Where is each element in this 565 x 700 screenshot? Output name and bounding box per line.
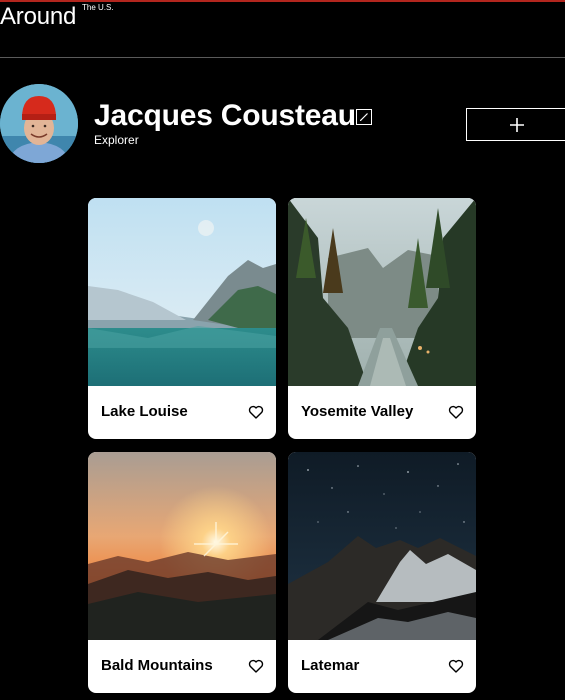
add-place-button[interactable]	[466, 108, 565, 141]
place-card[interactable]: Latemar	[288, 452, 476, 693]
place-title: Yosemite Valley	[301, 403, 414, 420]
logo: Around	[0, 3, 77, 30]
avatar	[0, 84, 78, 163]
profile-name: Jacques Cousteau	[94, 99, 356, 132]
edit-profile-button[interactable]	[356, 109, 372, 125]
like-button[interactable]	[248, 404, 264, 420]
place-title: Lake Louise	[101, 403, 188, 420]
page-header: Around The U.S.	[0, 0, 565, 58]
place-photo-latemar	[288, 452, 476, 640]
avatar-image	[0, 84, 78, 163]
heart-outline-icon	[448, 405, 464, 419]
logo-superscript: The U.S.	[82, 3, 114, 12]
place-card[interactable]: Yosemite Valley	[288, 198, 476, 439]
place-title: Bald Mountains	[101, 657, 213, 674]
place-photo-bald-mountains	[88, 452, 276, 640]
heart-outline-icon	[248, 659, 264, 673]
place-photo-lake-louise	[88, 198, 276, 386]
place-photo-yosemite-valley	[288, 198, 476, 386]
edit-icon	[360, 113, 368, 121]
like-button[interactable]	[448, 404, 464, 420]
like-button[interactable]	[448, 658, 464, 674]
heart-outline-icon	[248, 405, 264, 419]
place-card[interactable]: Lake Louise	[88, 198, 276, 439]
place-title: Latemar	[301, 657, 360, 674]
place-card[interactable]: Bald Mountains	[88, 452, 276, 693]
plus-icon	[510, 118, 524, 132]
heart-outline-icon	[448, 659, 464, 673]
profile-role: Explorer	[94, 133, 139, 147]
like-button[interactable]	[248, 658, 264, 674]
